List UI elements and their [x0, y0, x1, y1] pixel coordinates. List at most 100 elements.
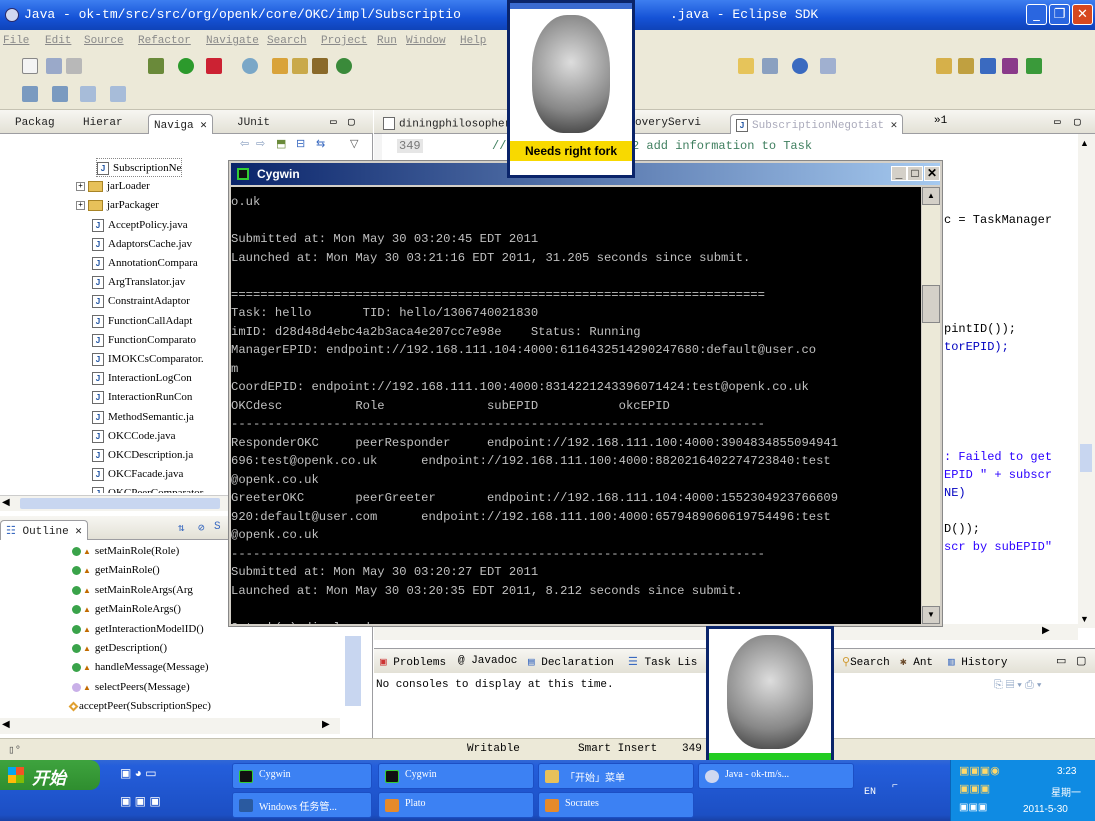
taskbar-item-plato[interactable]: Plato — [378, 792, 534, 818]
tab-junit[interactable]: JUnit — [232, 114, 275, 134]
clock-time[interactable]: 3:23 — [1057, 766, 1076, 777]
outline-item[interactable]: ▲ getInteractionModelID() — [72, 620, 204, 639]
taskbar-item-socrates[interactable]: Socrates — [538, 792, 694, 818]
tab-history[interactable]: ▥ History — [944, 653, 1011, 671]
taskbar-item-cygwin-2[interactable]: Cygwin — [378, 763, 534, 789]
maximize-button[interactable]: ❐ — [1049, 4, 1070, 25]
scroll-left-icon[interactable]: ◀ — [2, 719, 10, 730]
language-indicator[interactable]: EN — [864, 787, 876, 798]
tab-hierarchy[interactable]: Hierar — [78, 114, 128, 134]
bookmark-icon[interactable] — [820, 58, 836, 74]
terminal-output[interactable]: o.uk Submitted at: Mon May 30 03:20:45 ED… — [231, 187, 921, 624]
taskbar-item-task-manager[interactable]: Windows 任务管... — [232, 792, 372, 818]
tab-navigator[interactable]: Naviga ✕ — [148, 114, 213, 134]
navigator-folder[interactable]: + jarPackager — [76, 196, 159, 215]
maximize-button[interactable]: □ — [907, 166, 923, 181]
next-annotation-icon[interactable] — [22, 86, 38, 102]
outline-vscroll[interactable] — [345, 636, 361, 706]
console-toolbar-icon[interactable]: ⎘ ▤ ▾ ⎙ ▾ — [994, 679, 1041, 692]
cygwin-window[interactable]: Cygwin _ □ ✕ o.uk Submitted at: Mon May 3… — [228, 160, 943, 627]
debug-perspective-icon[interactable] — [980, 58, 996, 74]
expand-icon[interactable]: + — [76, 201, 85, 211]
navigator-file[interactable]: J OKCPeerComparator — [92, 484, 203, 493]
print-icon[interactable] — [66, 58, 82, 74]
tab-ant[interactable]: ✱ Ant — [896, 653, 937, 671]
navigator-file[interactable]: J IMOKCsComparator. — [92, 350, 204, 369]
navigator-file[interactable]: J AnnotationCompara — [92, 254, 198, 273]
plato-window[interactable]: Needs right fork — [507, 0, 635, 178]
search-icon[interactable] — [242, 58, 258, 74]
taskbar-item-java[interactable]: Java - ok-tm/s... — [698, 763, 854, 789]
tab-problems[interactable]: ▣ Problems — [376, 653, 450, 671]
start-button[interactable]: 开始 — [0, 760, 100, 790]
tab-diningphilosopher[interactable]: diningphilosopher — [378, 114, 516, 134]
pin-icon[interactable] — [762, 58, 778, 74]
hide-fields-icon[interactable]: ⊘ — [198, 521, 205, 535]
open-type-icon[interactable] — [272, 58, 288, 74]
maximize-view-icon[interactable]: ▢ — [1074, 115, 1081, 129]
scroll-up-icon[interactable]: ▲ — [922, 187, 940, 205]
scroll-thumb[interactable] — [20, 498, 220, 509]
minimize-view-icon[interactable]: ▭ — [1054, 115, 1061, 129]
link-editor-icon[interactable]: ⇆ — [316, 137, 325, 150]
back-arrow-icon[interactable]: ⇦ — [240, 137, 249, 150]
tab-outline[interactable]: ☷ Outline ✕ — [0, 520, 88, 540]
up-icon[interactable]: ⬒ — [276, 137, 286, 150]
save-icon[interactable] — [46, 58, 62, 74]
socrates-window[interactable] — [706, 626, 834, 760]
menu-window[interactable]: Window — [406, 35, 446, 47]
outline-item[interactable]: ▲ handleMessage(Message) — [72, 658, 209, 677]
sort-icon[interactable]: ⇅ — [178, 521, 185, 535]
back-icon[interactable] — [80, 86, 96, 102]
outline-item[interactable]: ▲ getDescription() — [72, 639, 167, 658]
navigator-file[interactable]: J MethodSemantic.ja — [92, 408, 194, 427]
breakpoint-icon[interactable] — [792, 58, 808, 74]
menu-source[interactable]: Source — [84, 35, 124, 47]
tab-subscriptionnegotiator[interactable]: J SubscriptionNegotiat ✕ — [730, 114, 904, 134]
forward-icon[interactable] — [110, 86, 126, 102]
view-menu-icon[interactable]: ▽ — [350, 137, 358, 150]
minimize-button[interactable]: _ — [1026, 4, 1047, 25]
ime-icon[interactable]: ⌐ — [892, 780, 898, 791]
outline-item[interactable]: acceptPeer(SubscriptionSpec) — [68, 697, 211, 716]
scroll-thumb[interactable] — [922, 285, 940, 323]
tab-discoveryservice[interactable]: overyServi — [630, 114, 706, 134]
tray-icons[interactable]: ▣▣▣◉ — [959, 764, 1000, 777]
prev-annotation-icon[interactable] — [52, 86, 68, 102]
plugin-perspective-icon[interactable] — [1026, 58, 1042, 74]
fast-view-icon[interactable]: ▯° — [8, 743, 21, 757]
team-perspective-icon[interactable] — [1002, 58, 1018, 74]
navigator-file[interactable]: J OKCFacade.java — [92, 465, 183, 484]
menu-edit[interactable]: Edit — [45, 35, 71, 47]
more-tabs-indicator[interactable]: »1 — [934, 115, 947, 127]
navigator-folder[interactable]: + jarLoader — [76, 177, 150, 196]
close-button[interactable]: ✕ — [924, 166, 940, 181]
scroll-right-icon[interactable]: ▶ — [322, 719, 330, 730]
navigator-file[interactable]: J OKCDescription.ja — [92, 446, 193, 465]
java-perspective-icon[interactable] — [958, 58, 974, 74]
menu-navigate[interactable]: Navigate — [206, 35, 259, 47]
maximize-view-icon[interactable]: ▢ — [1076, 654, 1086, 667]
navigator-file[interactable]: J FunctionComparato — [92, 331, 196, 350]
new-icon[interactable] — [22, 58, 38, 74]
scroll-right-icon[interactable]: ▶ — [1042, 625, 1050, 636]
outline-item[interactable]: ▲ setMainRole(Role) — [72, 542, 179, 561]
menu-project[interactable]: Project — [321, 35, 367, 47]
outline-scrollbar[interactable]: ◀ ▶ — [0, 718, 340, 734]
open-perspective-icon[interactable] — [936, 58, 952, 74]
collapse-all-icon[interactable]: ⊟ — [296, 137, 305, 150]
tab-declaration[interactable]: ▤ Declaration — [524, 653, 618, 671]
navigator-file[interactable]: J OKCCode.java — [92, 427, 176, 446]
open-resource-icon[interactable] — [312, 58, 328, 74]
tab-search[interactable]: ⚲Search — [838, 653, 894, 671]
close-button[interactable]: ✕ — [1072, 4, 1093, 25]
menu-file[interactable]: File — [3, 35, 29, 47]
maximize-view-icon[interactable]: ▢ — [348, 115, 355, 129]
annotation-icon[interactable] — [738, 58, 754, 74]
scroll-down-icon[interactable]: ▼ — [1080, 614, 1089, 624]
menu-search[interactable]: Search — [267, 35, 307, 47]
navigator-file[interactable]: J InteractionRunCon — [92, 388, 192, 407]
menu-run[interactable]: Run — [377, 35, 397, 47]
forward-arrow-icon[interactable]: ⇨ — [256, 137, 265, 150]
open-task-icon[interactable] — [292, 58, 308, 74]
